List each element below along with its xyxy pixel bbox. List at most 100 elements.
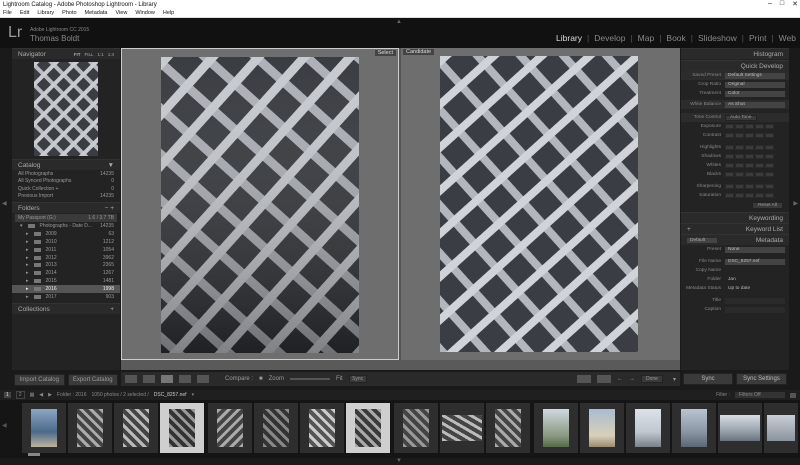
module-web[interactable]: Web: [779, 33, 796, 43]
menu-help[interactable]: Help: [163, 10, 174, 16]
caption-field[interactable]: [725, 306, 785, 313]
add-folder-icon[interactable]: − +: [105, 205, 114, 212]
bottom-panel-toggle-icon[interactable]: ▼: [396, 458, 402, 464]
expand-icon[interactable]: ▸: [26, 262, 29, 268]
toolbar-menu-icon[interactable]: ▾: [673, 376, 676, 383]
module-develop[interactable]: Develop: [594, 33, 625, 43]
collapse-icon[interactable]: ▼: [108, 162, 114, 169]
filmstrip-thumbnail-selected[interactable]: [160, 403, 204, 453]
folder-item[interactable]: ▸ 2017 903: [12, 293, 120, 301]
menu-view[interactable]: View: [115, 10, 127, 16]
candidate-pane[interactable]: Candidate: [401, 48, 680, 360]
menu-library[interactable]: Library: [37, 10, 54, 16]
sharpening-steps[interactable]: [725, 184, 774, 189]
sync-button[interactable]: Sync: [683, 373, 733, 385]
zoom-slider[interactable]: [289, 378, 330, 380]
zoom-fit[interactable]: FIT: [74, 52, 81, 57]
compare-view-icon[interactable]: [161, 375, 173, 383]
filter-select[interactable]: Filters Off: [735, 392, 785, 398]
grid-view-icon[interactable]: [125, 375, 137, 383]
folder-root[interactable]: ▾ Photographs - Date D... 14235: [12, 223, 120, 231]
add-collection-icon[interactable]: +: [110, 306, 114, 313]
file-name-field[interactable]: DSC_8257.nef: [725, 258, 785, 265]
metadata-preset-select[interactable]: Default: [687, 237, 717, 243]
menu-file[interactable]: File: [3, 10, 12, 16]
catalog-item[interactable]: All Synced Photographs 0: [12, 178, 120, 186]
metadata-preset-value[interactable]: None: [725, 246, 785, 253]
reset-all-button[interactable]: Reset All: [752, 202, 783, 209]
histogram-header[interactable]: Histogram: [681, 48, 789, 59]
folder-item[interactable]: ▸ 2012 3962: [12, 254, 120, 262]
loupe-view-icon[interactable]: [143, 375, 155, 383]
volume-row[interactable]: My Passport (G:) 1.6 / 3.7 TB: [15, 214, 117, 222]
filmstrip-thumbnail-selected[interactable]: [346, 403, 390, 453]
title-field[interactable]: [725, 297, 785, 304]
filmstrip-thumbnail[interactable]: [534, 403, 578, 453]
filmstrip-left-icon[interactable]: ◀: [2, 422, 7, 429]
select-pane[interactable]: Select: [121, 48, 399, 360]
metadata-header[interactable]: Default Metadata: [681, 234, 789, 245]
filmstrip-thumbnail[interactable]: [764, 403, 798, 453]
back-icon[interactable]: ◀: [39, 392, 43, 398]
grid-icon[interactable]: ▦: [30, 392, 35, 398]
module-library[interactable]: Library: [556, 33, 582, 43]
zoom-1-4[interactable]: 1:4: [108, 52, 114, 57]
folder-item[interactable]: ▸ 2014 1267: [12, 269, 120, 277]
catalog-item[interactable]: Quick Collection +0: [12, 185, 120, 193]
expand-icon[interactable]: ▸: [26, 247, 29, 253]
navigator-preview[interactable]: [12, 59, 120, 159]
filmstrip-thumbnail[interactable]: [114, 403, 158, 453]
contrast-steps[interactable]: [725, 133, 774, 138]
zoom-1-1[interactable]: 1:1: [97, 52, 103, 57]
module-map[interactable]: Map: [638, 33, 655, 43]
keywording-header[interactable]: Keywording: [681, 212, 789, 223]
filmstrip-thumbnail[interactable]: [254, 403, 298, 453]
treatment-select[interactable]: Color: [725, 90, 785, 97]
catalog-header[interactable]: Catalog ▼: [12, 159, 120, 170]
right-panel-toggle-icon[interactable]: ▶: [793, 200, 798, 207]
folders-header[interactable]: Folders − +: [12, 202, 120, 213]
auto-tone-button[interactable]: Auto Tone: [725, 114, 757, 121]
swap-icon[interactable]: [576, 375, 591, 383]
page-1-button[interactable]: 1: [4, 392, 11, 398]
menu-metadata[interactable]: Metadata: [85, 10, 108, 16]
folder-field[interactable]: Jan: [725, 277, 785, 283]
survey-view-icon[interactable]: [179, 375, 191, 383]
copy-name-field[interactable]: [725, 268, 785, 274]
filmstrip-thumbnail[interactable]: [626, 403, 670, 453]
left-panel-toggle-icon[interactable]: ◀: [2, 200, 7, 207]
folder-item[interactable]: ▸ 2011 1054: [12, 246, 120, 254]
white-balance-select[interactable]: As Shot: [725, 101, 785, 108]
exposure-steps[interactable]: [725, 124, 774, 129]
expand-icon[interactable]: ▸: [26, 239, 29, 245]
folder-item[interactable]: ▸ 2013 2365: [12, 261, 120, 269]
menu-window[interactable]: Window: [135, 10, 155, 16]
catalog-item[interactable]: All Photographs 14235: [12, 170, 120, 178]
add-keyword-icon[interactable]: +: [687, 226, 691, 233]
next-icon[interactable]: →: [629, 376, 635, 382]
collections-header[interactable]: Collections +: [12, 303, 120, 315]
filmstrip-thumbnail[interactable]: [394, 403, 438, 453]
maximize-icon[interactable]: □: [780, 0, 784, 8]
expand-icon[interactable]: ▸: [26, 231, 29, 237]
whites-steps[interactable]: [725, 163, 774, 168]
expand-icon[interactable]: ▸: [26, 294, 29, 300]
folder-item-selected[interactable]: ▸ 2016 1998: [12, 284, 120, 293]
forward-icon[interactable]: ▶: [48, 392, 52, 398]
filmstrip-thumbnail[interactable]: [440, 403, 484, 453]
filmstrip-thumbnail[interactable]: [68, 403, 112, 453]
filmstrip-thumbnail[interactable]: [486, 403, 530, 453]
filmstrip-thumbnail[interactable]: [718, 403, 762, 453]
sync-zoom-button[interactable]: Sync: [348, 375, 367, 383]
crop-ratio-select[interactable]: Original: [725, 81, 785, 88]
export-catalog-button[interactable]: Export Catalog: [67, 374, 118, 386]
filter-lock-icon[interactable]: [790, 392, 796, 398]
prev-icon[interactable]: ←: [617, 376, 623, 382]
minimize-icon[interactable]: –: [768, 0, 772, 8]
module-book[interactable]: Book: [666, 33, 685, 43]
navigator-header[interactable]: Navigator FIT FILL 1:1 1:4: [12, 48, 120, 59]
expand-icon[interactable]: ▾: [20, 223, 23, 229]
quick-develop-header[interactable]: Quick Develop: [681, 60, 789, 71]
folder-item[interactable]: ▸ 2015 1481: [12, 277, 120, 285]
filmstrip-scrollbar[interactable]: [28, 453, 40, 456]
